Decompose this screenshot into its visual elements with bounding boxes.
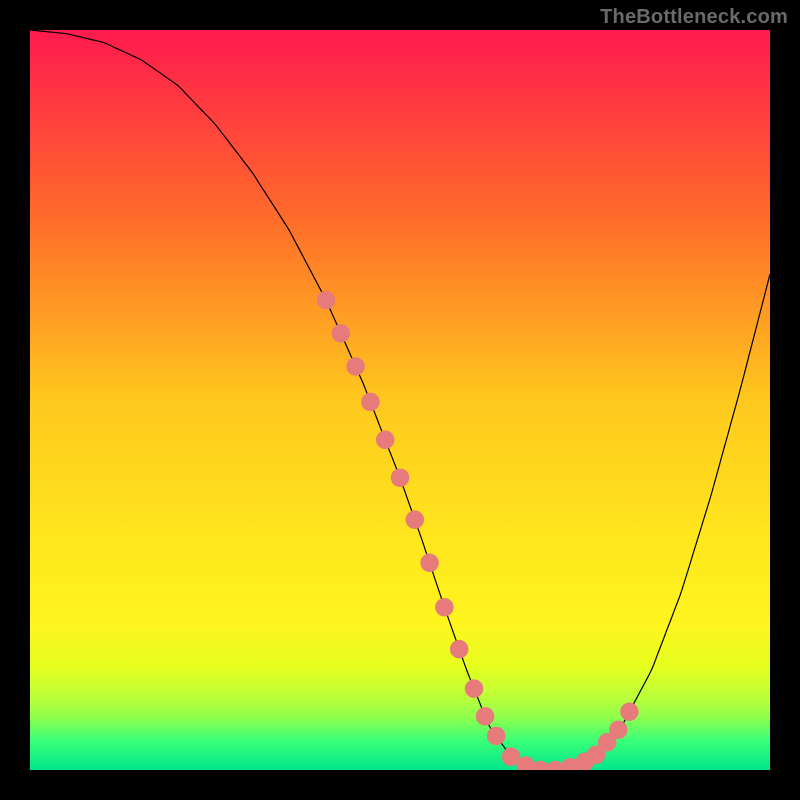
- marker-dot: [435, 598, 454, 617]
- marker-dot: [346, 357, 365, 376]
- marker-dot: [317, 291, 336, 310]
- chart-frame: TheBottleneck.com: [0, 0, 800, 800]
- bottleneck-curve: [30, 30, 770, 770]
- marker-dot: [465, 679, 484, 698]
- marker-dot: [609, 720, 628, 739]
- marker-dot: [361, 393, 380, 412]
- marker-dot: [450, 640, 469, 659]
- marker-dot: [620, 703, 639, 722]
- watermark-text: TheBottleneck.com: [600, 6, 788, 29]
- marker-dot: [420, 554, 439, 573]
- marker-dot: [391, 468, 410, 487]
- marker-dot: [406, 510, 425, 528]
- plot-area: [30, 30, 770, 770]
- marker-dot: [476, 707, 495, 726]
- marker-dot: [376, 431, 395, 450]
- curve-layer: [30, 30, 770, 770]
- marker-dot: [487, 727, 506, 746]
- marker-dot: [332, 324, 351, 343]
